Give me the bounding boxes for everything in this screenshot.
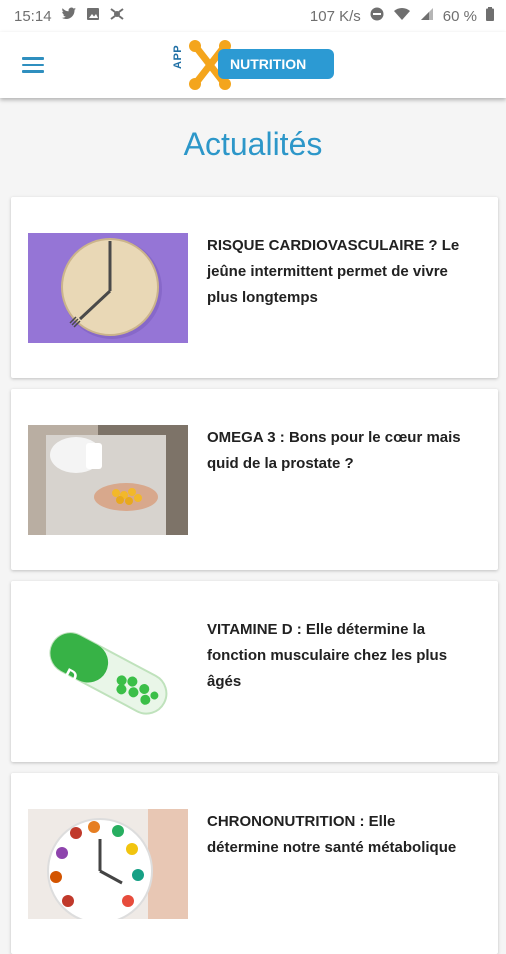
logo-nutrition-badge: NUTRITION: [218, 49, 334, 79]
food-plate-clock-image: [28, 809, 188, 919]
status-time: 15:14: [14, 7, 52, 25]
logo-text: NUTRITION: [230, 56, 307, 72]
wifi-icon: [393, 7, 411, 25]
status-bar: 15:14 107 K/s 60 %: [0, 0, 506, 32]
omega3-capsules-image: [28, 425, 188, 535]
app-logo: APP NUTRITION: [172, 39, 338, 91]
logo-app-label: APP: [172, 44, 184, 69]
page-title: Actualités: [183, 126, 323, 162]
battery-icon: [486, 7, 494, 25]
app-bar: APP NUTRITION: [0, 32, 506, 98]
battery-text: 60 %: [442, 7, 477, 25]
dnd-icon: [370, 7, 384, 25]
twitter-icon: [61, 7, 77, 25]
article-card[interactable]: OMEGA 3 : Bons pour le cœur mais quid de…: [11, 389, 498, 570]
article-card[interactable]: D VITAMINE D : Elle détermine la fonctio…: [11, 581, 498, 762]
article-title: VITAMINE D : Elle détermine la fonction …: [207, 621, 448, 690]
article-card[interactable]: CHRONONUTRITION : Elle détermine notre s…: [11, 773, 498, 954]
image-icon: [86, 7, 100, 25]
network-speed: 107 K/s: [309, 7, 361, 25]
article-title: RISQUE CARDIOVASCULAIRE ? Le jeûne inter…: [207, 237, 460, 306]
app-icon: [109, 7, 125, 25]
article-card[interactable]: RISQUE CARDIOVASCULAIRE ? Le jeûne inter…: [11, 197, 498, 378]
vitamin-d-capsule-image: D: [28, 617, 188, 727]
clock-plate-image: [28, 233, 188, 343]
hamburger-menu-icon[interactable]: [22, 52, 48, 78]
article-title: CHRONONUTRITION : Elle détermine notre s…: [207, 813, 457, 856]
article-title: OMEGA 3 : Bons pour le cœur mais quid de…: [207, 429, 461, 472]
signal-icon: [420, 7, 434, 25]
